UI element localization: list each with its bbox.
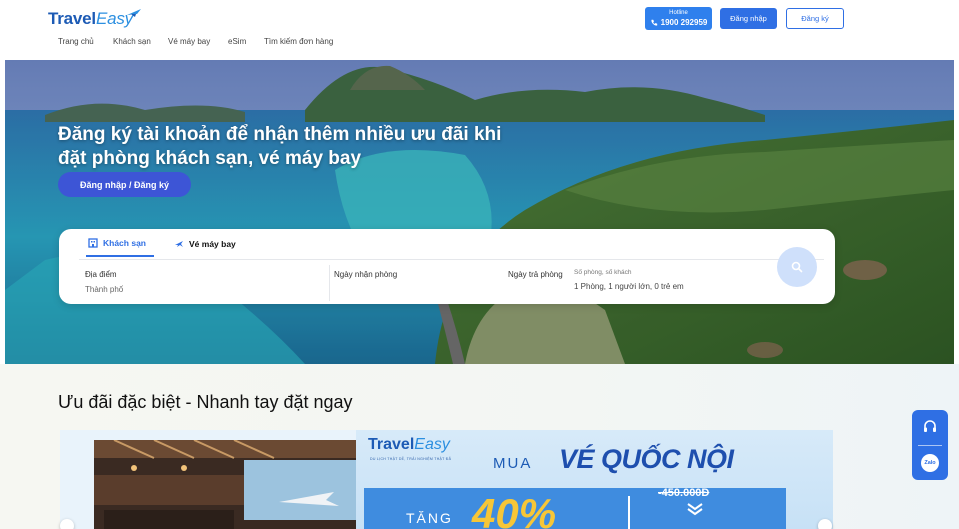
banner-divider [628, 496, 630, 529]
chevron-down-icon [687, 503, 703, 516]
deals-title: Ưu đãi đặc biệt - Nhanh tay đặt ngay [58, 392, 353, 412]
hero-title-line1: Đăng ký tài khoản để nhận thêm nhiều ưu … [58, 124, 502, 145]
tab-flights-label: Vé máy bay [189, 239, 236, 249]
phone-icon [651, 19, 657, 26]
hotline-button[interactable]: Hotline 1900 292959 [645, 7, 712, 30]
checkin-field[interactable]: Ngày nhận phòng [334, 270, 397, 279]
floating-contact-widget: Zalo [912, 410, 948, 480]
carousel-prev-button[interactable] [60, 519, 74, 529]
location-field[interactable]: Địa điểm Thành phố [85, 270, 123, 294]
location-input[interactable]: Thành phố [85, 285, 123, 294]
hotline-label: Hotline [669, 10, 688, 16]
register-button[interactable]: Đăng ký [786, 8, 844, 29]
hero-title-line2: đặt phòng khách sạn, vé máy bay [58, 148, 362, 169]
site-header: Travel Easy Trang chủ Khách sạn Vé máy ba… [0, 0, 959, 60]
nav-item-home[interactable]: Trang chủ [58, 37, 113, 46]
search-icon [791, 261, 803, 273]
logo-plane-icon [127, 9, 141, 17]
banner-logo-travel: Travel [368, 436, 415, 453]
tab-hotels[interactable]: Khách sạn [86, 238, 154, 257]
banner-logo-easy: Easy [414, 436, 450, 453]
headset-icon[interactable] [922, 419, 938, 435]
logo-text-travel: Travel [48, 9, 96, 28]
banner-headline: VÉ QUỐC NỘI [559, 444, 734, 474]
zalo-icon[interactable]: Zalo [921, 454, 939, 472]
airport-lounge-image [94, 440, 356, 529]
hero-title: Đăng ký tài khoản để nhận thêm nhiều ưu … [58, 123, 578, 171]
nav-item-flights[interactable]: Vé máy bay [168, 37, 228, 46]
hero-landscape-image [5, 60, 954, 364]
main-nav: Trang chủ Khách sạn Vé máy bay eSim Tìm … [58, 37, 344, 46]
banner-discount: 40% [472, 490, 557, 529]
page: Travel Easy Trang chủ Khách sạn Vé máy ba… [0, 0, 959, 529]
guests-value: 1 Phòng, 1 người lớn, 0 trẻ em [574, 282, 684, 291]
checkout-field[interactable]: Ngày trả phòng [508, 270, 563, 279]
brand-logo[interactable]: Travel Easy [48, 9, 133, 29]
guests-field[interactable]: Số phòng, số khách 1 Phòng, 1 người lớn,… [574, 269, 684, 291]
search-box: Khách sạn Vé máy bay Địa điểm Thành phố … [59, 229, 835, 304]
checkin-label: Ngày nhận phòng [334, 270, 398, 279]
search-tabs: Khách sạn Vé máy bay [86, 238, 236, 257]
banner-logo-tagline: DU LỊCH THẬT DỄ, TRẢI NGHIỆM THẬT ĐÃ [370, 457, 452, 461]
search-button[interactable] [777, 247, 817, 287]
tab-flights[interactable]: Vé máy bay [174, 238, 236, 257]
location-label: Địa điểm [85, 270, 117, 279]
plane-icon [175, 241, 183, 247]
banner-mua-text: MUA [493, 455, 533, 472]
hotline-number: 1900 292959 [660, 18, 708, 27]
widget-separator [918, 445, 942, 446]
guests-label: Số phòng, số khách [574, 269, 632, 276]
login-button[interactable]: Đăng nhập [720, 8, 777, 29]
tabs-divider [79, 259, 824, 260]
nav-item-hotels[interactable]: Khách sạn [113, 37, 168, 46]
field-separator [329, 265, 330, 301]
tab-hotels-label: Khách sạn [103, 238, 146, 248]
hotel-icon [88, 238, 98, 248]
nav-item-order-search[interactable]: Tìm kiếm đơn hàng [264, 37, 344, 46]
hero-banner: Đăng ký tài khoản để nhận thêm nhiều ưu … [5, 60, 954, 364]
deal-banner[interactable]: TravelEasy DU LỊCH THẬT DỄ, TRẢI NGHIỆM … [60, 430, 833, 529]
banner-tang-text: TĂNG [406, 510, 453, 526]
nav-item-esim[interactable]: eSim [228, 37, 264, 46]
checkout-label: Ngày trả phòng [508, 270, 563, 279]
hero-login-register-button[interactable]: Đăng nhập / Đăng ký [58, 172, 191, 197]
banner-old-price: -450.000Đ [658, 487, 710, 499]
banner-logo: TravelEasy [368, 436, 450, 454]
banner-promo-panel: TravelEasy DU LỊCH THẬT DỄ, TRẢI NGHIỆM … [356, 430, 833, 529]
carousel-next-button[interactable] [818, 519, 832, 529]
